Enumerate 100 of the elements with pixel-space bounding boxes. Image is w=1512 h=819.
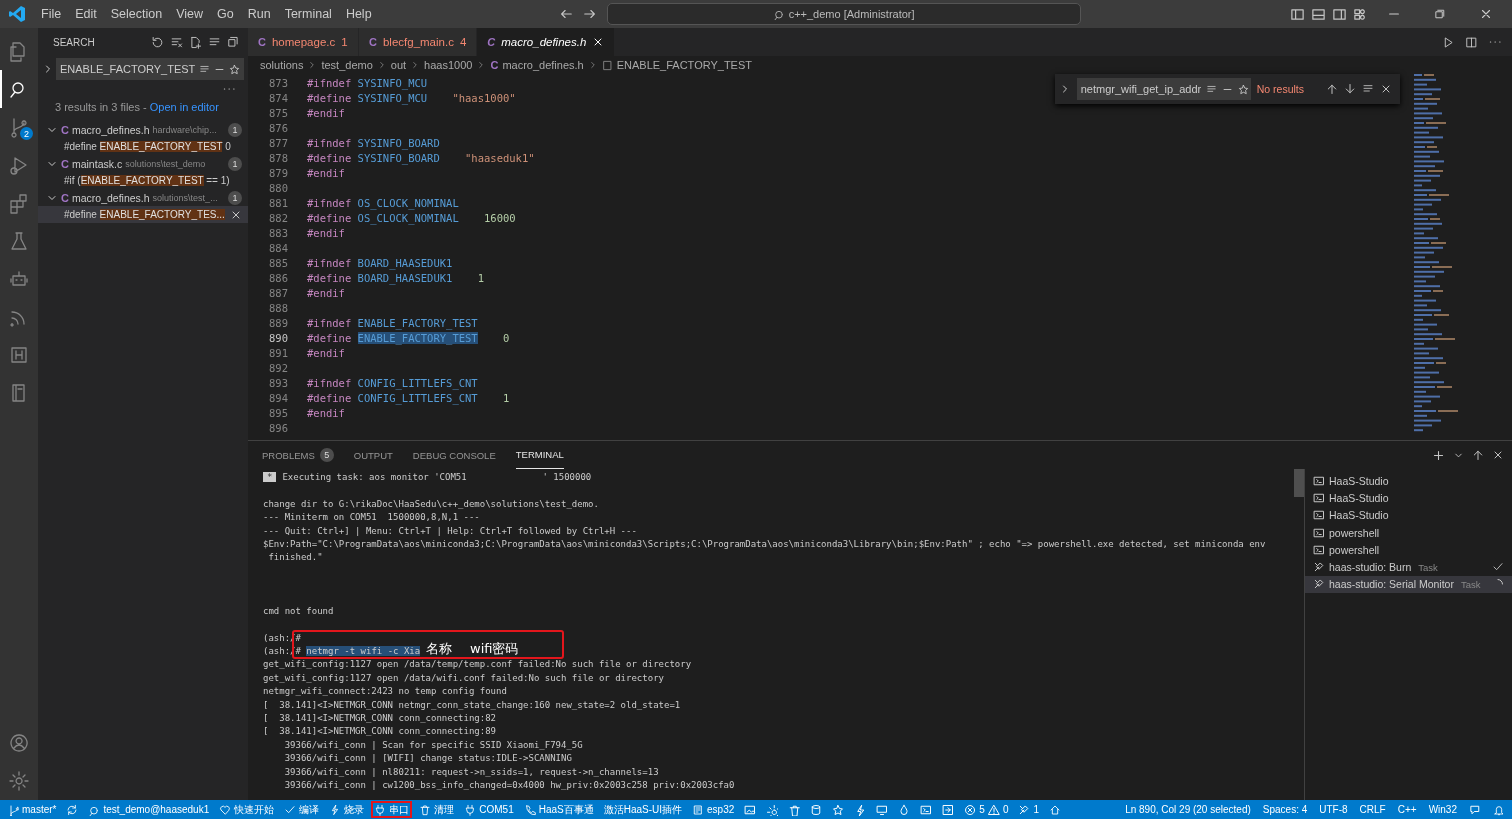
search-match[interactable]: #define ENABLE_FACTORY_TES...	[38, 206, 248, 223]
terminal-list-item[interactable]: powershell	[1305, 523, 1512, 542]
match-count: 1	[228, 156, 242, 171]
terminal-list-item[interactable]: powershell	[1305, 541, 1512, 559]
tools-icon	[1313, 578, 1325, 591]
breadcrumb-item[interactable]: test_demo	[321, 59, 373, 71]
code-keyword: #define	[307, 391, 352, 404]
tools-status-item[interactable]: 1	[1015, 801, 1042, 818]
maximize-panel-button[interactable]	[1472, 448, 1484, 462]
terminal-list-item[interactable]: HaaS-Studio	[1305, 506, 1512, 524]
breadcrumb-item[interactable]: haas1000	[424, 59, 473, 71]
status-item[interactable]: esp32	[689, 801, 738, 818]
code-keyword: #endif	[307, 346, 345, 359]
terminal-list-item[interactable]: HaaS-Studio	[1305, 489, 1512, 507]
menu-item[interactable]: Edit	[68, 7, 104, 21]
line-number: 880	[268, 181, 289, 194]
image-icon	[744, 803, 757, 816]
new-search-editor-icon	[189, 35, 202, 49]
panel-tab[interactable]: PROBLEMS 5	[262, 441, 334, 469]
customize-layout-button[interactable]	[1353, 6, 1368, 22]
status-item[interactable]: 快速开始	[216, 801, 278, 818]
status-item[interactable]: C++	[1394, 801, 1420, 818]
collapse-all-icon	[227, 35, 240, 49]
result-file-row[interactable]: C maintask.c solutions\test_demo 1	[38, 155, 248, 172]
menu-item[interactable]: Run	[240, 7, 278, 21]
editor-tab[interactable]: C blecfg_main.c 4	[359, 28, 478, 56]
line-number: 894	[268, 391, 289, 404]
box-arrow-icon	[942, 803, 955, 816]
next-match-button[interactable]	[1344, 83, 1356, 95]
sidebar-layout-button[interactable]	[1290, 6, 1305, 22]
result-file-row[interactable]: C macro_defines.h solutions\test_... 1	[38, 189, 248, 206]
breadcrumb-item[interactable]: macro_defines.h	[502, 59, 584, 71]
menu-item[interactable]: Selection	[103, 7, 170, 21]
editor-tab[interactable]: C macro_defines.h	[477, 28, 616, 56]
open-in-editor-link[interactable]: Open in editor	[149, 101, 219, 113]
editor-tab[interactable]: C homepage.c 1	[248, 28, 359, 56]
search-match[interactable]: #if (ENABLE_FACTORY_TEST == 1)	[38, 172, 248, 189]
secondary-sidebar-layout-button[interactable]	[1332, 6, 1347, 22]
run-button[interactable]	[1442, 35, 1455, 49]
menu-item[interactable]: Help	[338, 7, 379, 21]
status-item[interactable]: UTF-8	[1316, 801, 1351, 818]
panel-tab[interactable]: DEBUG CONSOLE	[412, 441, 496, 469]
find-in-selection-button[interactable]	[1362, 83, 1374, 95]
panel-tab[interactable]: OUTPUT	[353, 441, 393, 469]
status-item[interactable]: 串口	[371, 801, 413, 818]
line-number: 884	[268, 241, 289, 254]
search-match[interactable]: #define ENABLE_FACTORY_TEST 0	[38, 138, 248, 155]
new-search-editor-button[interactable]	[189, 35, 202, 49]
close-button[interactable]	[1380, 83, 1392, 95]
previous-match-button[interactable]	[1326, 83, 1338, 95]
search-field[interactable]: ENABLE_FACTORY_TEST	[56, 58, 245, 80]
code-keyword: #ifndef	[307, 256, 352, 269]
status-item[interactable]: COM51	[461, 801, 517, 818]
database-icon	[810, 803, 823, 816]
line-number: 879	[268, 166, 289, 179]
terminal-list-item[interactable]: haas-studio: Burn Task	[1305, 558, 1512, 576]
branch-activity-button[interactable]: 2	[0, 108, 38, 146]
status-item[interactable]: HaaS百事通	[520, 801, 597, 818]
status-item[interactable]: 清理	[416, 801, 458, 818]
c-file-icon: C	[61, 191, 69, 204]
menu-item[interactable]: File	[34, 7, 69, 21]
breadcrumb-item[interactable]: ENABLE_FACTORY_TEST	[616, 59, 752, 71]
code-number: 0	[501, 331, 510, 344]
terminal-icon	[1313, 509, 1325, 522]
line-number: 888	[268, 301, 289, 314]
status-item[interactable]: Spaces: 4	[1259, 801, 1311, 818]
status-item[interactable]: test_demo@haaseduk1	[85, 801, 213, 818]
status-item[interactable]: 烧录	[326, 801, 368, 818]
terminal-line: * Executing task: aos monitor 'COM51 ' 1500000	[263, 471, 592, 485]
scrollbar-thumb[interactable]	[1294, 469, 1304, 497]
menu-item[interactable]: View	[169, 7, 210, 21]
terminal-list-item[interactable]: HaaS-Studio	[1305, 472, 1512, 490]
status-item[interactable]: Ln 890, Col 29 (20 selected)	[1122, 801, 1254, 818]
close-icon	[1380, 83, 1392, 95]
terminal-line: [ 38.141]<I>NETMGR_CONN netmgr_conn_state_change:160 new_state=2 old_state=1	[263, 698, 681, 712]
status-item[interactable]: CRLF	[1356, 801, 1389, 818]
result-file-row[interactable]: C macro_defines.h hardware\chip... 1	[38, 121, 248, 138]
forward-arrow-button[interactable]	[582, 7, 597, 21]
menu-item[interactable]: Terminal	[277, 7, 339, 21]
new-terminal-button[interactable]	[1432, 448, 1445, 462]
breadcrumb-item[interactable]: out	[390, 59, 407, 71]
terminal-icon	[1313, 526, 1325, 539]
status-item[interactable]: Win32	[1425, 801, 1460, 818]
status-item[interactable]: master*	[4, 801, 60, 818]
clear-results-button[interactable]	[170, 35, 183, 49]
menu-item[interactable]: Go	[210, 7, 241, 21]
panel-layout-button[interactable]	[1311, 6, 1326, 22]
status-item[interactable]: 激活HaaS-UI插件	[600, 801, 686, 818]
back-arrow-button[interactable]	[558, 7, 573, 21]
problems-status-item[interactable]: 5 0	[961, 801, 1012, 818]
terminal-list-item[interactable]: haas-studio: Serial Monitor Task	[1305, 575, 1512, 594]
refresh-button[interactable]	[151, 35, 164, 49]
status-item[interactable]: 编译	[281, 801, 323, 818]
split-editor-button[interactable]	[1465, 35, 1478, 49]
panel-tab[interactable]: TERMINAL	[515, 441, 564, 469]
command-center[interactable]: c++_demo [Administrator]	[606, 3, 1081, 25]
line-number: 892	[268, 361, 289, 374]
collapse-all-button[interactable]	[227, 35, 240, 49]
find-field[interactable]: netmgr_wifi_get_ip_addr	[1076, 78, 1251, 100]
breadcrumb-item[interactable]: solutions	[260, 59, 304, 71]
